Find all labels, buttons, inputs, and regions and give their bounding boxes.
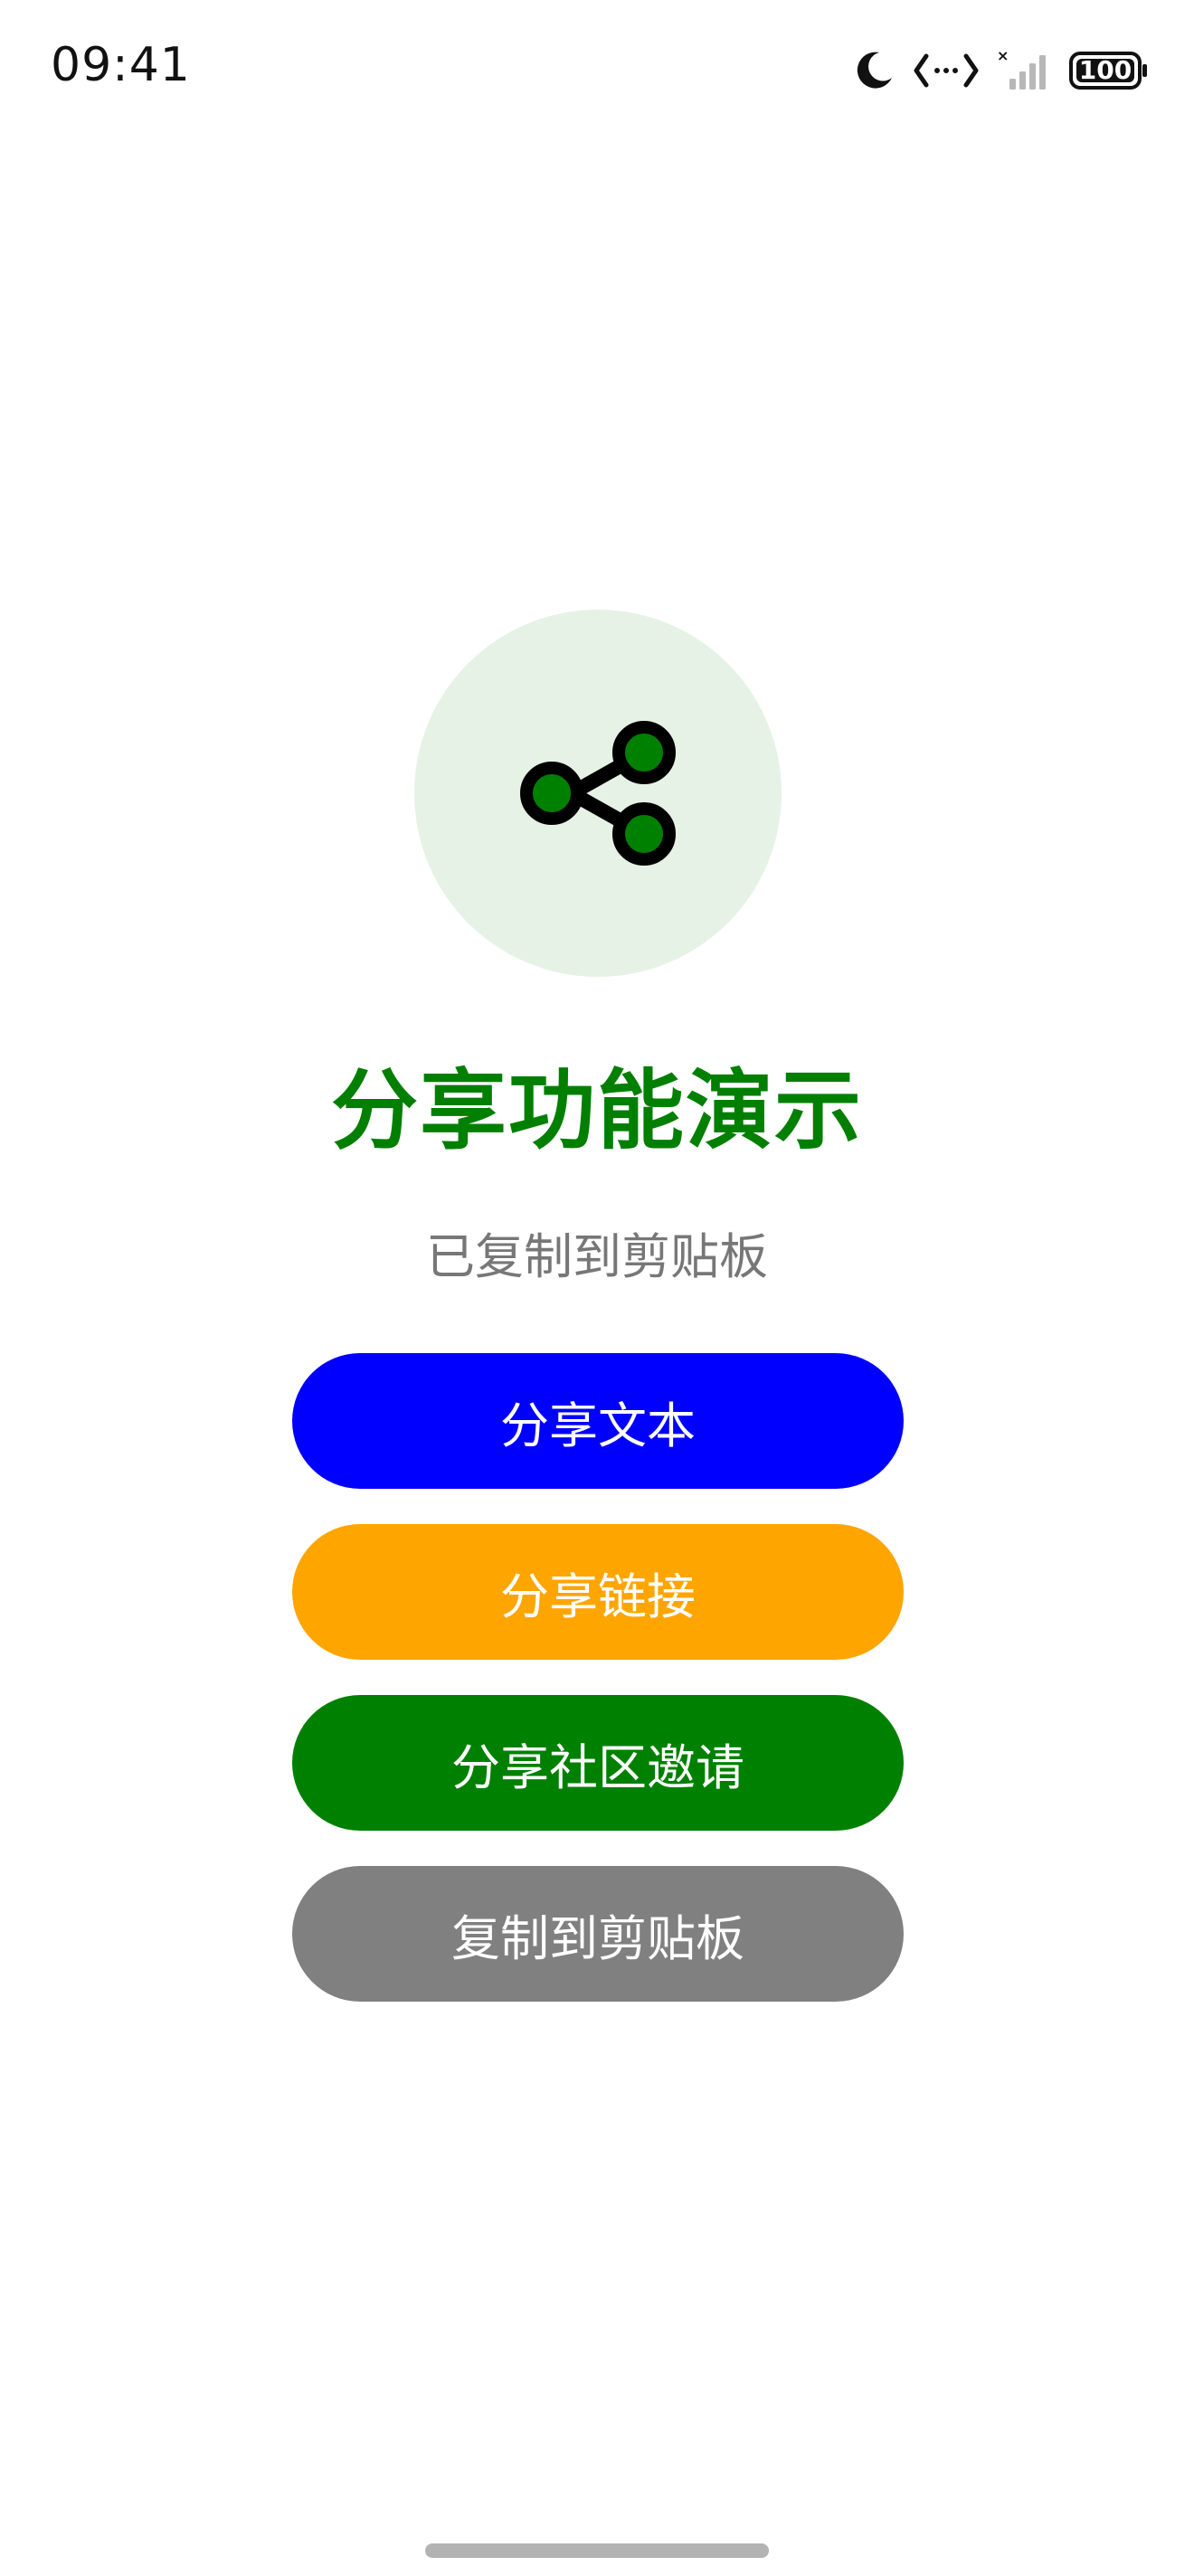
share-icon-circle (414, 610, 782, 977)
share-icon (520, 721, 676, 866)
status-time: 09:41 (51, 38, 191, 92)
status-icons: × 100 (852, 45, 1149, 96)
data-transfer-icon (914, 51, 979, 90)
svg-text:×: × (997, 48, 1009, 64)
signal-icon: × (997, 48, 1051, 93)
copy-clipboard-button[interactable]: 复制到剪贴板 (292, 1866, 904, 2002)
page-title: 分享功能演示 (331, 1060, 863, 1161)
share-invite-button[interactable]: 分享社区邀请 (292, 1695, 904, 1831)
status-bar: 09:41 × 100 (0, 0, 1194, 136)
share-text-button[interactable]: 分享文本 (292, 1353, 904, 1489)
share-link-button[interactable]: 分享链接 (292, 1524, 904, 1660)
battery-icon: 100 (1069, 51, 1149, 90)
battery-level: 100 (1078, 55, 1132, 85)
moon-icon (852, 49, 896, 92)
home-indicator[interactable] (425, 2543, 769, 2558)
app-screen: 09:41 × 100 分享功能演示 已复制到剪贴板 分享文本 分享链接 分享社… (0, 0, 1194, 2576)
status-message: 已复制到剪贴板 (426, 1228, 768, 1285)
